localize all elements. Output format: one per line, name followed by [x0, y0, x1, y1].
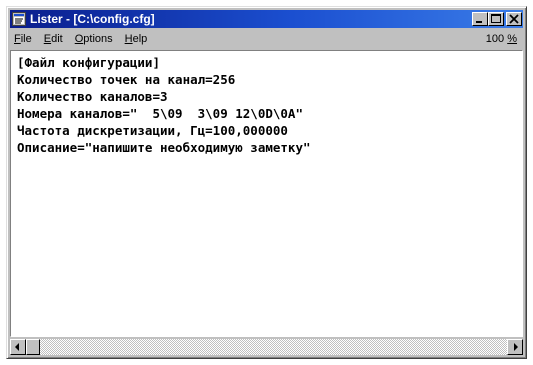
arrow-right-icon: [514, 343, 518, 351]
maximize-button[interactable]: [488, 12, 504, 26]
close-button[interactable]: [506, 12, 522, 26]
horizontal-scrollbar[interactable]: [10, 339, 523, 355]
close-icon: [509, 14, 519, 24]
title-bar[interactable]: Lister - [C:\config.cfg]: [10, 10, 523, 28]
lister-app-icon[interactable]: [12, 12, 26, 26]
menu-options[interactable]: Options: [69, 33, 119, 45]
content-line: Описание="напишите необходимую заметку": [17, 140, 311, 155]
menu-file[interactable]: File: [10, 33, 38, 45]
content-line: Количество каналов=3: [17, 89, 168, 104]
scroll-thumb[interactable]: [26, 339, 40, 355]
minimize-icon: [476, 21, 482, 23]
menu-bar: File Edit Options Help 100 %: [10, 30, 523, 48]
lister-window: Lister - [C:\config.cfg] File Edit Optio…: [6, 6, 527, 359]
menu-edit[interactable]: Edit: [38, 33, 69, 45]
menu-help[interactable]: Help: [119, 33, 154, 45]
arrow-left-icon: [15, 343, 19, 351]
scroll-left-button[interactable]: [10, 339, 26, 355]
zoom-indicator[interactable]: 100 %: [486, 33, 517, 45]
content-line: Номера каналов=" 5\09 3\09 12\0D\0A": [17, 106, 303, 121]
minimize-button[interactable]: [472, 12, 488, 26]
file-content-view[interactable]: [Файл конфигурации] Количество точек на …: [10, 50, 523, 337]
scroll-track[interactable]: [40, 339, 507, 355]
caption-buttons: [472, 12, 522, 26]
window-title: Lister - [C:\config.cfg]: [30, 12, 155, 26]
content-line: [Файл конфигурации]: [17, 55, 160, 70]
scroll-right-button[interactable]: [507, 339, 523, 355]
maximize-icon: [491, 14, 501, 23]
content-line: Количество точек на канал=256: [17, 72, 236, 87]
content-line: Частота дискретизации, Гц=100,000000: [17, 123, 288, 138]
